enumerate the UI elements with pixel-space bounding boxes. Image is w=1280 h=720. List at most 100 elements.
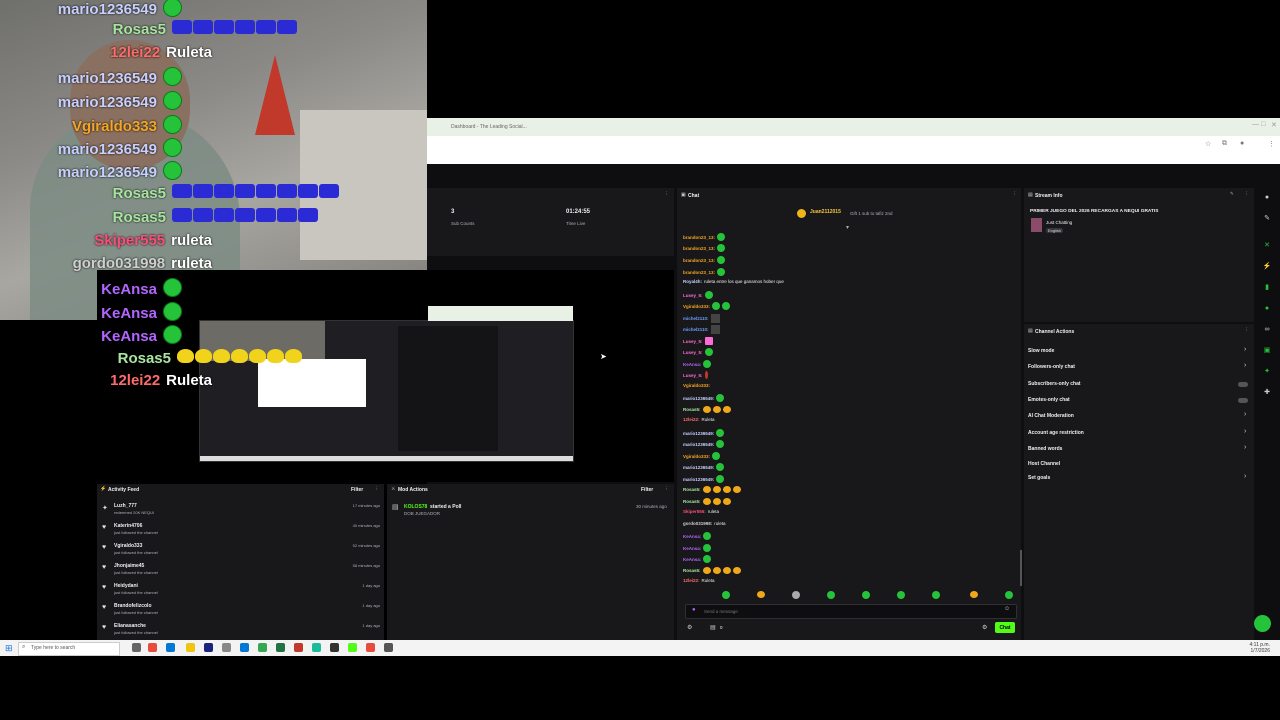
channel-action-item[interactable]: Emotes-only chat [1028, 397, 1070, 403]
chat-message[interactable]: brandon23_13: [683, 244, 726, 252]
kick-icon[interactable] [348, 643, 357, 652]
mod-filter-button[interactable]: Filter [641, 487, 653, 493]
activity-item[interactable]: ✦ Luzh_777 redeemed 20K NEQUI 17 minutes ag… [102, 503, 380, 523]
activity-item[interactable]: ♥ Katerin4706 just followed the channel 40 … [102, 523, 380, 543]
chat-username[interactable]: brandon23_13: [683, 258, 715, 263]
chat-username[interactable]: KeAnsa: [683, 362, 701, 367]
emote-icon[interactable] [827, 591, 835, 599]
emote-icon[interactable] [757, 591, 765, 598]
chat-message[interactable]: mario1236549: [683, 475, 725, 483]
channel-action-item[interactable]: Followers-only chat [1028, 364, 1075, 370]
chat-message[interactable]: Vgiraldo333: [683, 452, 721, 460]
chevron-right-icon[interactable]: › [1244, 444, 1246, 451]
app-icon[interactable] [204, 643, 213, 652]
chat-username[interactable]: michel2110: [683, 327, 709, 332]
rail-chat-icon[interactable]: ● [1262, 304, 1272, 314]
chevron-right-icon[interactable]: › [1244, 362, 1246, 369]
activity-more-icon[interactable]: ⋮ [374, 486, 379, 492]
emote-icon[interactable] [862, 591, 870, 599]
channel-action-item[interactable]: AI Chat Moderation [1028, 413, 1074, 419]
chat-message[interactable]: gordo031998: ruleta [683, 521, 726, 526]
chat-username[interactable]: Lusey_5: [683, 293, 703, 298]
chat-input-box[interactable]: ● ☺ [685, 604, 1017, 619]
chat-message[interactable]: KeAnsa: [683, 544, 712, 552]
emote-icon[interactable] [792, 591, 800, 599]
chat-username[interactable]: Rosas5: [683, 407, 701, 412]
chat-username[interactable]: Rosas5: [683, 499, 701, 504]
maximize-icon[interactable]: □ [1261, 121, 1265, 128]
emote-icon[interactable] [970, 591, 978, 598]
chat-username[interactable]: KeAnsa: [683, 557, 701, 562]
chat-message[interactable]: Rosas5: [683, 498, 731, 505]
chat-message[interactable]: 12lei22: Ruleta [683, 417, 715, 422]
emote-icon[interactable] [897, 591, 905, 599]
chat-message[interactable]: Lusey_5: [683, 348, 713, 356]
channel-actions-more-icon[interactable]: ⋮ [1244, 327, 1249, 333]
app-icon[interactable] [312, 643, 321, 652]
extensions-icon[interactable]: ⧉ [1222, 140, 1227, 148]
chat-message[interactable]: mario1236549: [683, 429, 725, 437]
activity-item[interactable]: ♥ Heidydani just followed the channel 1 day… [102, 583, 380, 603]
edge-icon[interactable] [166, 643, 175, 652]
activity-item[interactable]: ♥ Jhonjaime45 just followed the channel 58 … [102, 563, 380, 583]
mod-more-icon[interactable]: ⋮ [664, 486, 669, 492]
chat-username[interactable]: Lusey_5: [683, 373, 703, 378]
app-icon[interactable] [294, 643, 303, 652]
chat-username[interactable]: brandon23_13: [683, 270, 715, 275]
chat-message[interactable]: Rosas5: [683, 567, 741, 574]
channel-action-item[interactable]: Slow mode [1028, 348, 1054, 354]
chat-message[interactable]: KeAnsa: [683, 555, 712, 563]
chat-username[interactable]: mario1236549: [683, 477, 714, 482]
close-icon[interactable]: ✕ [1271, 121, 1277, 129]
app-icon[interactable] [148, 643, 157, 652]
edit-icon[interactable]: ✎ [1230, 191, 1234, 197]
menu-icon[interactable]: ⋮ [1268, 140, 1275, 148]
rail-circle-icon[interactable]: ● [1262, 193, 1272, 203]
emote-picker-icon[interactable]: ☺ [1004, 606, 1010, 612]
chat-username[interactable]: KeAnsa: [683, 534, 701, 539]
chat-message[interactable]: Royal4h: ruleta entre los que ganamos hob… [683, 279, 784, 284]
obs-icon[interactable] [330, 643, 339, 652]
chrome-icon[interactable] [258, 643, 267, 652]
rail-x-icon[interactable]: ✕ [1262, 241, 1272, 251]
chevron-right-icon[interactable]: › [1244, 473, 1246, 480]
chat-message[interactable]: Vgiraldo333: [683, 302, 731, 310]
chat-username[interactable]: Skiper555: [683, 509, 706, 514]
chat-message[interactable]: Skiper555: ruleta [683, 509, 719, 514]
chat-message[interactable]: KeAnsa: [683, 532, 712, 540]
chat-username[interactable]: mario1236549: [683, 396, 714, 401]
chat-settings-icon[interactable]: ⚙ [982, 624, 987, 631]
chat-scrollbar[interactable] [1020, 550, 1022, 586]
rail-grid-icon[interactable]: ▣ [1262, 346, 1272, 356]
windows-start-icon[interactable]: ⊞ [5, 643, 13, 654]
minimize-icon[interactable]: — [1252, 121, 1259, 128]
chat-username[interactable]: Vgiraldo333: [683, 304, 710, 309]
rail-doc-icon[interactable]: ▮ [1262, 283, 1272, 293]
toggle-switch[interactable] [1238, 398, 1248, 403]
channel-action-item[interactable]: Subscribers-only chat [1028, 381, 1081, 387]
app-icon[interactable] [384, 643, 393, 652]
chat-username[interactable]: mario1236549: [683, 431, 714, 436]
channel-action-item[interactable]: Account age restriction [1028, 430, 1084, 436]
chat-message[interactable]: Lusey_5: [683, 291, 713, 299]
rail-puzzle-icon[interactable]: ✚ [1262, 388, 1272, 398]
browser-tab[interactable]: Dashboard - The Leading Social... [447, 120, 551, 134]
chat-message[interactable]: mario1236549: [683, 394, 725, 402]
chat-username[interactable]: michel2110: [683, 316, 709, 321]
rail-pen-icon[interactable]: ✎ [1262, 214, 1272, 224]
chat-message[interactable]: Lusey_5: [683, 337, 713, 345]
send-chat-button[interactable]: Chat [995, 622, 1015, 633]
app-icon[interactable] [222, 643, 231, 652]
chat-message[interactable]: 12lei22: Ruleta [683, 578, 715, 583]
chat-message[interactable]: brandon23_13: [683, 233, 726, 241]
chat-more-icon[interactable]: ⋮ [1012, 191, 1017, 197]
chat-username[interactable]: Rosas5: [683, 568, 701, 573]
chat-message[interactable]: michel2110: [683, 325, 720, 334]
collapse-pin-icon[interactable]: ▾ [846, 224, 849, 231]
chat-input[interactable] [702, 606, 996, 617]
chat-username[interactable]: brandon23_13: [683, 246, 715, 251]
excel-icon[interactable] [276, 643, 285, 652]
chevron-right-icon[interactable]: › [1244, 428, 1246, 435]
emote-icon[interactable] [932, 591, 940, 599]
profile-icon[interactable]: ● [1240, 140, 1244, 147]
